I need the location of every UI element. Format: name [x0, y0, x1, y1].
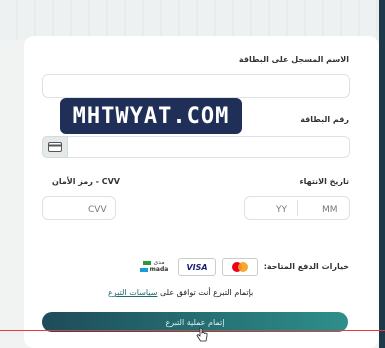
card-number-input[interactable]: [66, 136, 350, 158]
mada-latin-text: mada: [149, 266, 169, 273]
watermark-text: MHTWYAT.COM: [72, 103, 230, 129]
cvv-input[interactable]: CVV: [88, 205, 107, 215]
cvv-label: رمز الأمان - CVV: [52, 177, 120, 186]
expiry-month-input[interactable]: MM: [322, 205, 338, 215]
visa-icon: VISA: [186, 262, 208, 272]
hand-cursor-icon: [196, 327, 208, 342]
complete-donation-label: إتمام عملية التبرع: [165, 317, 225, 327]
mada-latin-row: mada: [139, 266, 169, 273]
cardholder-name-label: الاسم المسجل على البطاقة: [238, 55, 349, 64]
card-number-label: رقم البطاقة: [300, 115, 349, 124]
complete-donation-button[interactable]: إتمام عملية التبرع: [42, 312, 348, 332]
window-edge: [379, 0, 385, 348]
watermark-logo: MHTWYAT.COM: [60, 98, 242, 134]
card-icon-box: [42, 136, 68, 158]
payment-options-label: خيارات الدفع المتاحة:: [263, 262, 349, 271]
page-background-pattern: [0, 0, 385, 40]
expiry-divider: [297, 200, 298, 216]
mada-arabic-text: مدى: [153, 259, 165, 266]
mada-icon: مدى: [143, 259, 165, 266]
mada-green-bar: [143, 260, 152, 265]
expiry-date-label: تاريخ الانتهاء: [299, 177, 349, 186]
cardholder-name-input[interactable]: [42, 74, 350, 98]
mastercard-icon: [232, 262, 248, 272]
credit-card-icon: [48, 142, 62, 152]
mada-logo: مدى mada: [136, 258, 172, 274]
visa-logo: VISA: [178, 258, 216, 276]
agreement-text: بإتمام التبرع أنت توافق على سياسات التبر…: [108, 288, 253, 297]
donation-policies-link[interactable]: سياسات التبرع: [108, 288, 157, 297]
red-divider-line: [0, 330, 385, 331]
mada-blue-bar: [139, 267, 148, 272]
mastercard-logo: [222, 258, 258, 276]
expiry-year-input[interactable]: YY: [276, 205, 287, 215]
agreement-prefix: بإتمام التبرع أنت توافق على: [160, 288, 254, 297]
